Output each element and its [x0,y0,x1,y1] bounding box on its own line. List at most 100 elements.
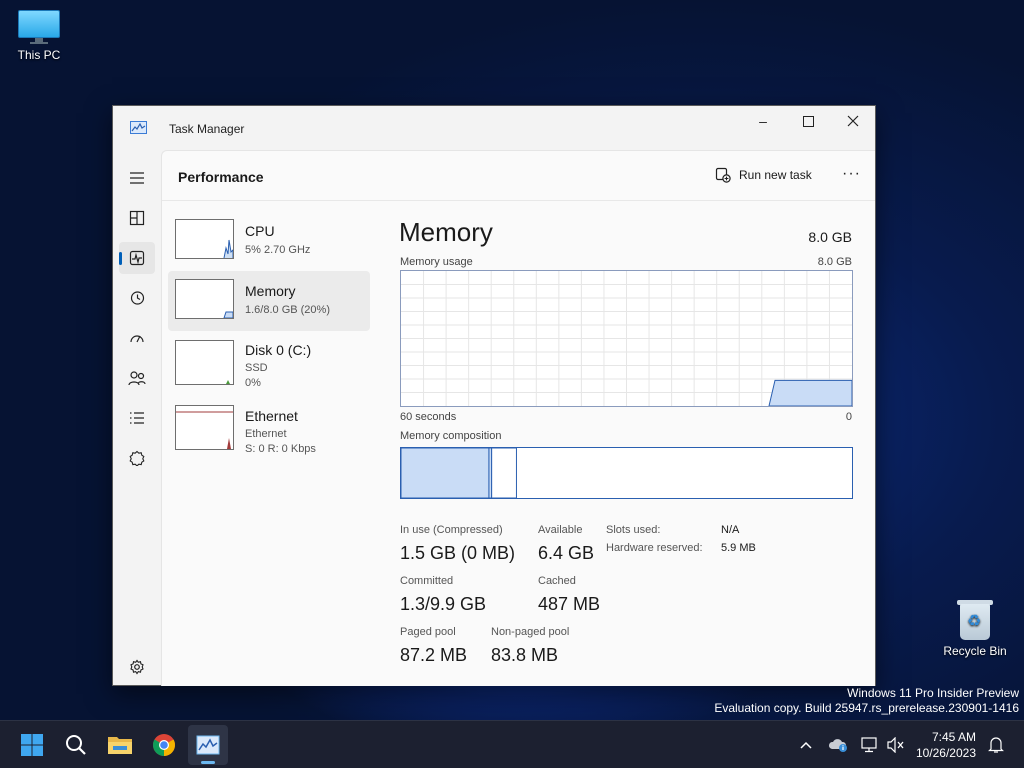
network-tray-button[interactable] [859,734,881,756]
nav-details[interactable] [119,402,155,434]
app-history-icon [130,291,145,305]
nav-users[interactable] [119,362,155,394]
file-explorer-icon [108,737,132,754]
taskbar: 7:45 AM 10/26/2023 [0,720,1024,768]
memory-composition-chart [400,447,517,499]
page-title: Performance [178,169,264,185]
paged-pool-label: Paged pool [400,626,456,638]
startup-apps-icon [130,335,144,343]
hamburger-menu-icon [130,172,144,184]
notifications-button[interactable] [985,734,1007,756]
users-icon [128,371,146,386]
non-paged-pool-label: Non-paged pool [491,626,570,638]
nav-app-history[interactable] [119,282,155,314]
nav-processes[interactable] [119,202,155,234]
run-new-task-button[interactable]: Run new task [715,167,812,183]
perf-item-detail: SSD [245,362,268,374]
desktop-icon-label: This PC [17,48,61,62]
in-use-value: 1.5 GB (0 MB) [400,543,516,563]
performance-icon [129,250,145,266]
perf-item-memory[interactable]: Memory 1.6/8.0 GB (20%) [168,271,370,331]
file-explorer-button[interactable] [100,725,140,765]
slots-used-label: Slots used: [606,524,661,536]
composition-standby [491,447,517,499]
volume-tray-button[interactable] [885,734,907,756]
memory-usage-graph [400,270,853,407]
ethernet-mini-graph [175,405,234,450]
nav-services[interactable] [119,442,155,474]
available-label: Available [538,524,583,536]
close-icon [847,115,859,127]
content-header: Performance Run new task ··· [162,151,875,201]
memory-usage-max-label: 8.0 GB [817,256,852,268]
start-button[interactable] [12,725,52,765]
detail-total: 8.0 GB [808,229,852,245]
watermark-line-1: Windows 11 Pro Insider Preview [847,686,1019,700]
chrome-button[interactable] [144,725,184,765]
desktop-icon-this-pc[interactable]: This PC [0,10,79,62]
recycle-bin-icon: ♻ [957,598,993,640]
perf-item-detail: 0% [245,377,261,389]
content-pane: Performance Run new task ··· CPU 5% 2.70… [161,150,875,686]
task-manager-taskbar-button[interactable] [188,725,228,765]
perf-item-detail: 5% 2.70 GHz [245,244,311,256]
cpu-mini-graph [175,219,234,259]
settings-icon [130,659,144,675]
hardware-reserved-value: 5.9 MB [721,542,756,554]
nav-settings[interactable] [119,651,155,683]
slots-used-value: N/A [721,524,740,536]
perf-item-name: Disk 0 (C:) [245,342,312,358]
task-manager-window: Task Manager – Performance Run new task … [112,105,876,686]
task-manager-icon [196,735,220,755]
memory-mini-graph [175,279,234,319]
chrome-icon [153,734,175,756]
paged-pool-value: 87.2 MB [400,645,468,665]
title-bar[interactable]: Task Manager – [113,106,875,150]
onedrive-tray-button[interactable] [827,734,849,756]
memory-usage-label: Memory usage [400,256,473,268]
processes-icon [129,210,145,226]
window-title: Task Manager [169,122,245,136]
committed-label: Committed [400,575,454,587]
detail-title: Memory [399,217,493,247]
search-button[interactable] [56,725,96,765]
hamburger-menu-button[interactable] [119,162,155,194]
show-hidden-icons-button[interactable] [795,734,817,756]
details-icon [130,412,144,424]
run-task-icon [715,167,731,183]
minimize-button[interactable]: – [740,106,786,136]
desktop-icon-recycle-bin[interactable]: ♻ Recycle Bin [935,598,1015,658]
nav-performance[interactable] [119,242,155,274]
perf-item-name: Ethernet [245,408,298,424]
task-manager-app-icon [130,121,147,134]
cached-value: 487 MB [538,594,601,614]
perf-item-cpu[interactable]: CPU 5% 2.70 GHz [168,211,370,271]
perf-item-name: CPU [245,223,275,239]
close-button[interactable] [830,106,876,136]
watermark-line-2: Evaluation copy. Build 25947.rs_prerelea… [714,701,1019,715]
clock-date: 10/26/2023 [915,746,976,760]
perf-item-ethernet[interactable]: Ethernet Ethernet S: 0 R: 0 Kbps [168,395,370,455]
bell-icon [988,737,1004,753]
composition-in-use [400,447,490,499]
more-options-button[interactable]: ··· [842,165,861,183]
start-icon [21,734,43,756]
perf-item-detail: S: 0 R: 0 Kbps [245,443,316,455]
services-icon [129,450,145,466]
perf-item-disk[interactable]: Disk 0 (C:) SSD 0% [168,331,370,391]
maximize-button[interactable] [785,106,831,136]
graph-x-left-label: 60 seconds [400,411,457,423]
monitor-icon [18,10,60,44]
nav-startup-apps[interactable] [119,322,155,354]
run-new-task-label: Run new task [739,168,812,182]
navigation-sidebar [113,150,161,686]
graph-x-right-label: 0 [845,411,852,423]
committed-value: 1.3/9.9 GB [400,594,487,614]
available-value: 6.4 GB [538,543,595,563]
disk-mini-graph [175,340,234,385]
clock[interactable]: 7:45 AM 10/26/2023 [916,729,976,761]
volume-muted-icon [887,737,904,753]
memory-usage-area [768,379,853,407]
chevron-up-icon [800,741,812,749]
cached-label: Cached [538,575,576,587]
